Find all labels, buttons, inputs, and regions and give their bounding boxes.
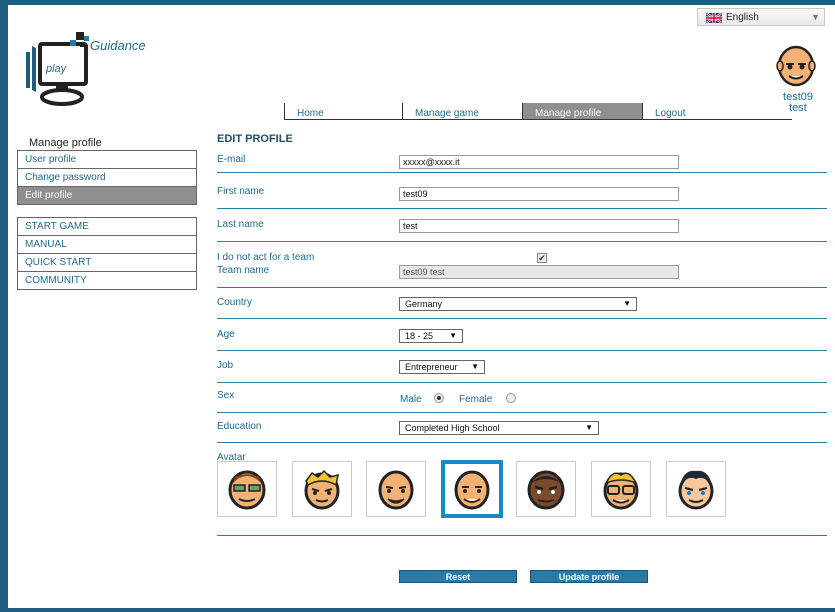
sex-label: Sex [217,390,235,401]
chevron-down-icon: ▼ [471,362,479,371]
row-divider [217,412,827,413]
sidebar-item-user-profile[interactable]: User profile [18,151,196,169]
email-field[interactable]: xxxxx@xxxx.it [399,155,679,169]
first-name-field[interactable]: test09 [399,187,679,201]
row-divider [217,442,827,443]
sidebar-item-community[interactable]: COMMUNITY [18,272,196,290]
last-name-label: Last name [217,219,264,230]
nav-divider [284,119,792,120]
email-label: E-mail [217,154,246,165]
reset-button[interactable]: Reset [399,570,517,583]
tab-logout[interactable]: Logout [642,103,792,119]
avatar-face-icon [454,470,490,510]
avatar-face-icon [527,470,565,510]
avatar-face-icon [678,470,714,510]
country-value: Germany [405,299,443,309]
row-divider [217,172,827,173]
sex-male-label: Male [400,394,422,405]
sidebar-item-edit-profile[interactable]: Edit profile [18,187,196,205]
team-name-label: Team name [217,265,270,276]
avatar-option-3[interactable] [366,461,426,517]
playguidance-logo[interactable]: Guidance play [18,30,168,110]
avatar-option-6[interactable] [591,461,651,517]
tab-manage-game[interactable]: Manage game [402,103,522,119]
education-label: Education [217,421,262,432]
language-label: English [726,12,759,23]
no-team-checkbox[interactable]: ✔ [537,253,547,263]
tab-home[interactable]: Home [284,103,402,119]
tab-manage-profile[interactable]: Manage profile [522,103,642,119]
education-select[interactable]: Completed High School ▼ [399,421,599,435]
chevron-down-icon: ▼ [811,12,820,22]
logo-small-text: play [45,63,68,75]
avatar-option-2[interactable] [292,461,352,517]
country-select[interactable]: Germany ▼ [399,297,637,311]
page-title: EDIT PROFILE [217,133,293,145]
age-value: 18 - 25 [405,331,434,341]
sex-female-radio[interactable] [506,393,516,403]
sidebar-item-manual[interactable]: MANUAL [18,236,196,254]
row-divider [217,382,827,383]
age-select[interactable]: 18 - 25 ▼ [399,329,463,343]
row-divider [217,350,827,351]
job-select[interactable]: Entrepreneur ▼ [399,360,485,374]
last-name-field[interactable]: test [399,219,679,233]
logo-text: Guidance [90,38,146,53]
uk-flag-icon [706,13,722,23]
education-value: Completed High School [405,423,500,433]
update-profile-button[interactable]: Update profile [530,570,648,583]
age-label: Age [217,329,235,340]
sidebar-item-change-password[interactable]: Change password [18,169,196,187]
sidebar-game-menu: START GAME MANUAL QUICK START COMMUNITY [17,217,197,290]
row-divider [217,287,827,288]
sidebar-item-quick-start[interactable]: QUICK START [18,254,196,272]
avatar-option-5[interactable] [516,461,576,517]
chevron-down-icon: ▼ [449,331,457,340]
sex-male-radio[interactable] [434,393,444,403]
avatar-face-icon [228,470,266,510]
country-label: Country [217,297,253,308]
chevron-down-icon: ▼ [585,423,593,432]
row-divider [217,208,827,209]
job-label: Job [217,360,234,371]
user-avatar-icon[interactable] [776,42,816,88]
sidebar-profile-menu: User profile Change password Edit profil… [17,150,197,205]
row-divider [217,535,827,536]
avatar-face-icon [603,472,639,510]
avatar-face-icon [378,470,414,510]
language-select[interactable]: English ▼ [697,8,825,26]
sex-female-label: Female [459,394,493,405]
avatar-option-4-selected[interactable] [441,460,503,518]
no-team-label: I do not act for a team [217,252,315,263]
chevron-down-icon: ▼ [623,299,631,308]
row-divider [217,318,827,319]
avatar-option-7[interactable] [666,461,726,517]
row-divider [217,241,827,242]
first-name-label: First name [217,186,265,197]
job-value: Entrepreneur [405,362,458,372]
avatar-face-icon [304,469,340,510]
avatar-option-1[interactable] [217,461,277,517]
sidebar-item-start-game[interactable]: START GAME [18,218,196,236]
sidebar-title: Manage profile [29,137,102,149]
team-name-field[interactable]: test09 test [399,265,679,279]
